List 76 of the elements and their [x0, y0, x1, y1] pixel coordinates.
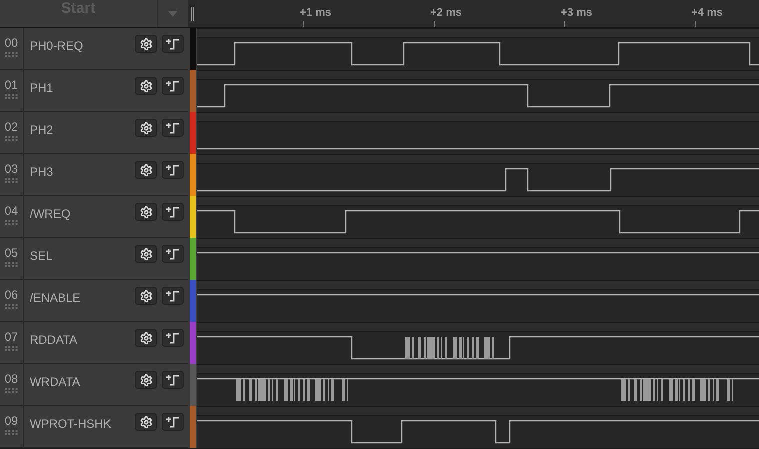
- trigger-button[interactable]: [162, 287, 184, 305]
- settings-button[interactable]: [135, 119, 157, 137]
- channel-name: /ENABLE: [30, 290, 82, 307]
- channel-number: 06: [4, 289, 18, 301]
- trigger-button[interactable]: [162, 245, 184, 263]
- channel-name: SEL: [30, 248, 54, 265]
- channel-number: 01: [4, 79, 18, 91]
- settings-icon: [140, 206, 152, 218]
- grip-icon[interactable]: [4, 94, 18, 99]
- trigger-button[interactable]: [162, 203, 184, 221]
- trigger-edge-icon: [166, 416, 180, 428]
- trigger-button[interactable]: [162, 35, 184, 53]
- settings-icon: [140, 80, 152, 92]
- trigger-edge-icon: [166, 332, 180, 344]
- grip-icon[interactable]: [4, 346, 18, 351]
- settings-button[interactable]: [135, 203, 157, 221]
- grip-icon[interactable]: [4, 388, 18, 393]
- settings-button[interactable]: [135, 413, 157, 431]
- trigger-edge-icon: [166, 206, 180, 218]
- trigger-edge-icon: [166, 374, 180, 386]
- settings-button[interactable]: [135, 77, 157, 95]
- settings-button[interactable]: [135, 245, 157, 263]
- grip-icon[interactable]: [4, 52, 18, 57]
- settings-button[interactable]: [135, 329, 157, 347]
- settings-icon: [140, 416, 152, 428]
- grip-icon[interactable]: [4, 430, 18, 435]
- channel-number: 09: [4, 415, 18, 427]
- channel-name: PH3: [30, 164, 54, 181]
- trigger-button[interactable]: [162, 413, 184, 431]
- time-tick-label: +2 ms: [430, 6, 462, 21]
- grip-icon[interactable]: [4, 220, 18, 225]
- settings-icon: [140, 290, 152, 302]
- channel-name: PH0-REQ: [30, 38, 84, 55]
- grip-icon[interactable]: [4, 304, 18, 309]
- settings-button[interactable]: [135, 35, 157, 53]
- trigger-button[interactable]: [162, 371, 184, 389]
- grip-icon[interactable]: [4, 178, 18, 183]
- trigger-button[interactable]: [162, 77, 184, 95]
- settings-button[interactable]: [135, 287, 157, 305]
- time-tick-label: +3 ms: [561, 6, 592, 21]
- channel-number: 08: [4, 373, 18, 385]
- trigger-edge-icon: [166, 248, 180, 260]
- settings-icon: [140, 164, 152, 176]
- trigger-edge-icon: [166, 290, 180, 302]
- channel-number: 05: [4, 247, 18, 259]
- trigger-button[interactable]: [162, 329, 184, 347]
- channel-name: PH2: [30, 122, 54, 139]
- splitter-handle-icon[interactable]: [190, 6, 194, 20]
- settings-icon: [140, 38, 152, 50]
- trigger-edge-icon: [166, 122, 180, 134]
- trigger-edge-icon: [166, 38, 180, 50]
- settings-button[interactable]: [135, 161, 157, 179]
- settings-button[interactable]: [135, 371, 157, 389]
- grip-icon[interactable]: [4, 136, 18, 141]
- channel-number: 07: [4, 331, 18, 343]
- channel-name: RDDATA: [30, 332, 79, 349]
- channel-number: 02: [4, 121, 18, 133]
- channel-number: 00: [4, 37, 18, 49]
- trigger-edge-icon: [166, 164, 180, 176]
- trigger-edge-icon: [166, 80, 180, 92]
- channel-name: WPROT-HSHK: [30, 416, 112, 433]
- channel-number: 04: [4, 205, 18, 217]
- settings-icon: [140, 248, 152, 260]
- settings-icon: [140, 374, 152, 386]
- channel-name: WRDATA: [30, 374, 82, 391]
- trigger-button[interactable]: [162, 119, 184, 137]
- settings-icon: [140, 332, 152, 344]
- channel-number: 03: [4, 163, 18, 175]
- settings-icon: [140, 122, 152, 134]
- grip-icon[interactable]: [4, 262, 18, 267]
- time-tick-label: +4 ms: [692, 6, 723, 21]
- caret-icon: [168, 10, 178, 16]
- channel-name: PH1: [30, 80, 54, 97]
- time-tick-label: +1 ms: [300, 6, 332, 21]
- trigger-button[interactable]: [162, 161, 184, 179]
- channel-name: /WREQ: [30, 206, 72, 223]
